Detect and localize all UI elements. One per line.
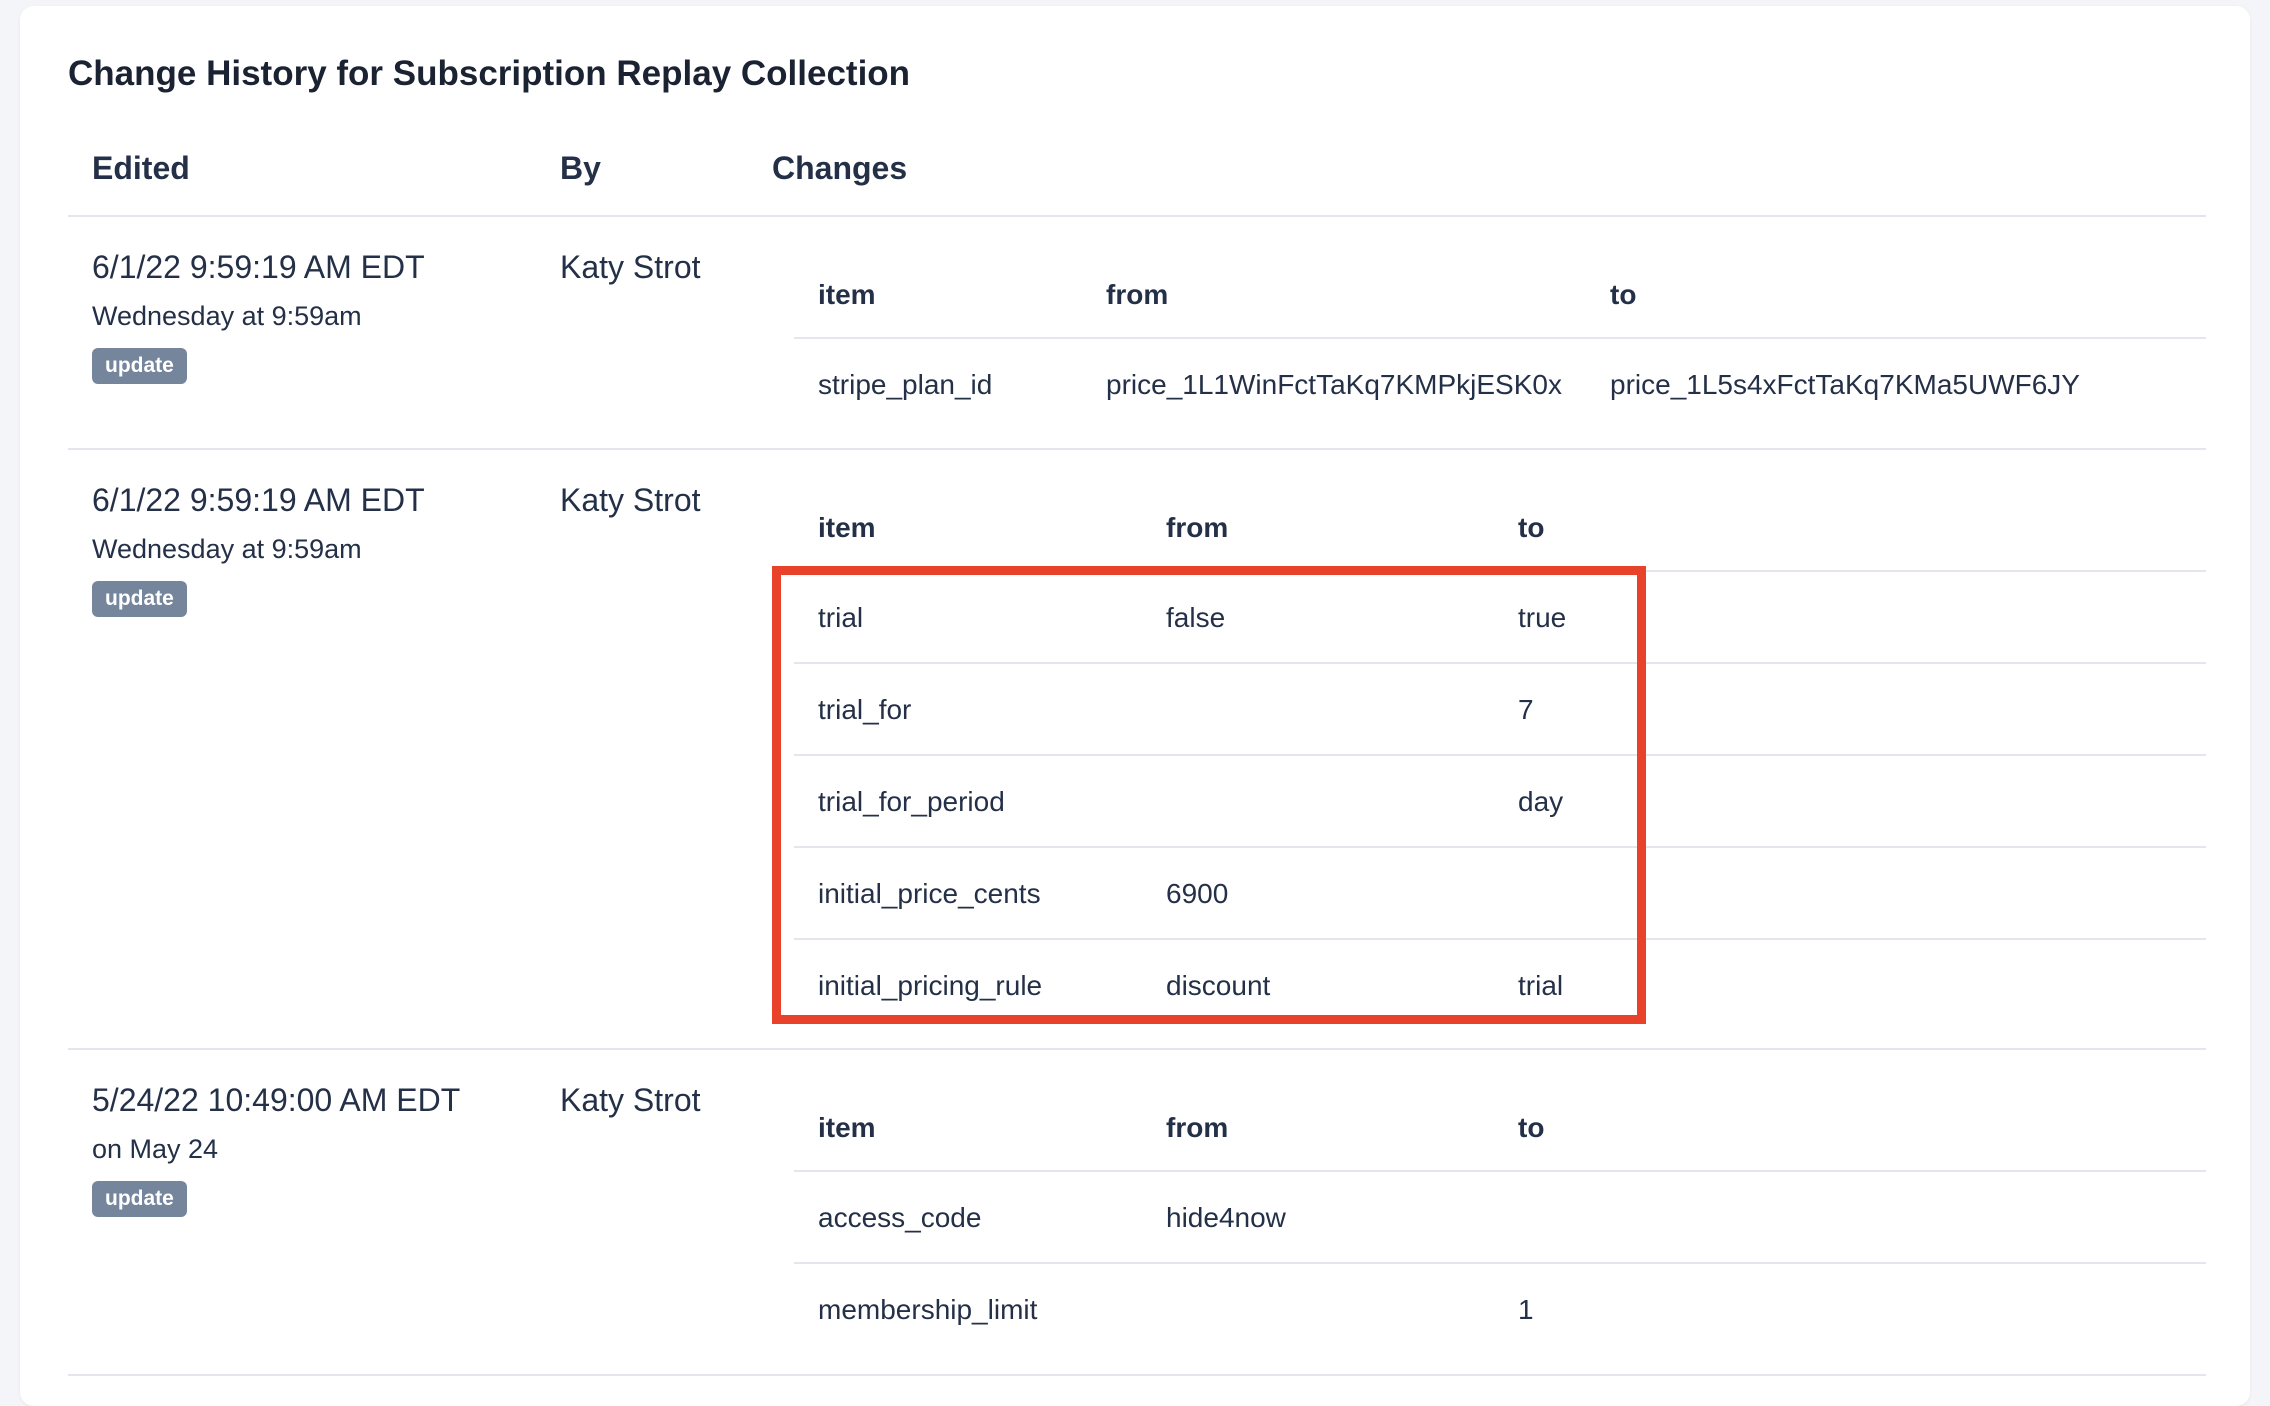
changes-header-item: item — [818, 279, 876, 310]
page-title: Change History for Subscription Replay C… — [68, 54, 911, 93]
changes-header-from: from — [1166, 512, 1229, 543]
change-item: initial_price_cents — [818, 878, 1041, 909]
changes-header-item: item — [818, 1112, 876, 1143]
changes-table: item from to access_code hide4now member… — [794, 1090, 2206, 1354]
changes-row: stripe_plan_id price_1L1WinFctTaKq7KMPkj… — [794, 339, 2206, 429]
changes-row: trial false true — [794, 572, 2206, 664]
changes-header-item: item — [818, 512, 876, 543]
header-by: By — [560, 150, 601, 186]
changes-header-to: to — [1518, 512, 1545, 543]
edited-relative-time: on May 24 — [92, 1134, 219, 1164]
changes-header-to: to — [1518, 1112, 1545, 1143]
changes-header-from: from — [1166, 1112, 1229, 1143]
changes-table: item from to trial false true trial_for … — [794, 490, 2206, 1030]
changes-header-row: item from to — [794, 1090, 2206, 1172]
status-badge: update — [92, 1181, 187, 1217]
changes-row: access_code hide4now — [794, 1172, 2206, 1264]
changes-table: item from to stripe_plan_id price_1L1Win… — [794, 257, 2206, 429]
history-entry: 5/24/22 10:49:00 AM EDT on May 24 update… — [68, 1050, 2206, 1376]
edited-timestamp: 6/1/22 9:59:19 AM EDT — [92, 249, 425, 285]
change-item: trial — [818, 602, 864, 633]
header-edited: Edited — [92, 150, 190, 186]
changes-header-row: item from to — [794, 257, 2206, 339]
header-changes: Changes — [772, 150, 908, 186]
status-badge: update — [92, 348, 187, 384]
change-to: day — [1518, 786, 1564, 817]
editor-name: Katy Strot — [560, 249, 701, 285]
change-item: initial_pricing_rule — [818, 970, 1043, 1001]
change-history-card: Change History for Subscription Replay C… — [20, 6, 2250, 1406]
history-table: Edited By Changes 6/1/22 9:59:19 AM EDT … — [68, 134, 2206, 1376]
changes-row: trial_for_period day — [794, 756, 2206, 848]
history-entry: 6/1/22 9:59:19 AM EDT Wednesday at 9:59a… — [68, 450, 2206, 1050]
change-item: stripe_plan_id — [818, 369, 993, 400]
changes-header-from: from — [1106, 279, 1169, 310]
change-to: trial — [1518, 970, 1564, 1001]
change-item: membership_limit — [818, 1294, 1038, 1325]
edited-relative-time: Wednesday at 9:59am — [92, 534, 362, 564]
changes-row: initial_price_cents 6900 — [794, 848, 2206, 940]
change-from: price_1L1WinFctTaKq7KMPkjESK0x — [1106, 369, 1562, 400]
changes-row: trial_for 7 — [794, 664, 2206, 756]
change-item: trial_for — [818, 694, 912, 725]
change-to: true — [1518, 602, 1567, 633]
changes-header-to: to — [1610, 279, 1637, 310]
edited-timestamp: 5/24/22 10:49:00 AM EDT — [92, 1082, 461, 1118]
status-badge: update — [92, 581, 187, 617]
edited-timestamp: 6/1/22 9:59:19 AM EDT — [92, 482, 425, 518]
change-to: price_1L5s4xFctTaKq7KMa5UWF6JY — [1610, 369, 2080, 400]
change-from: hide4now — [1166, 1202, 1286, 1233]
change-item: access_code — [818, 1202, 982, 1233]
change-item: trial_for_period — [818, 786, 1005, 817]
change-to: 7 — [1518, 694, 1534, 725]
history-header-row: Edited By Changes — [68, 134, 2206, 217]
history-entry: 6/1/22 9:59:19 AM EDT Wednesday at 9:59a… — [68, 217, 2206, 450]
edited-relative-time: Wednesday at 9:59am — [92, 301, 362, 331]
editor-name: Katy Strot — [560, 482, 701, 518]
change-to: 1 — [1518, 1294, 1534, 1325]
change-from: false — [1166, 602, 1226, 633]
changes-row: membership_limit 1 — [794, 1264, 2206, 1354]
change-from: discount — [1166, 970, 1271, 1001]
changes-row: initial_pricing_rule discount trial — [794, 940, 2206, 1030]
changes-header-row: item from to — [794, 490, 2206, 572]
editor-name: Katy Strot — [560, 1082, 701, 1118]
change-from: 6900 — [1166, 878, 1229, 909]
